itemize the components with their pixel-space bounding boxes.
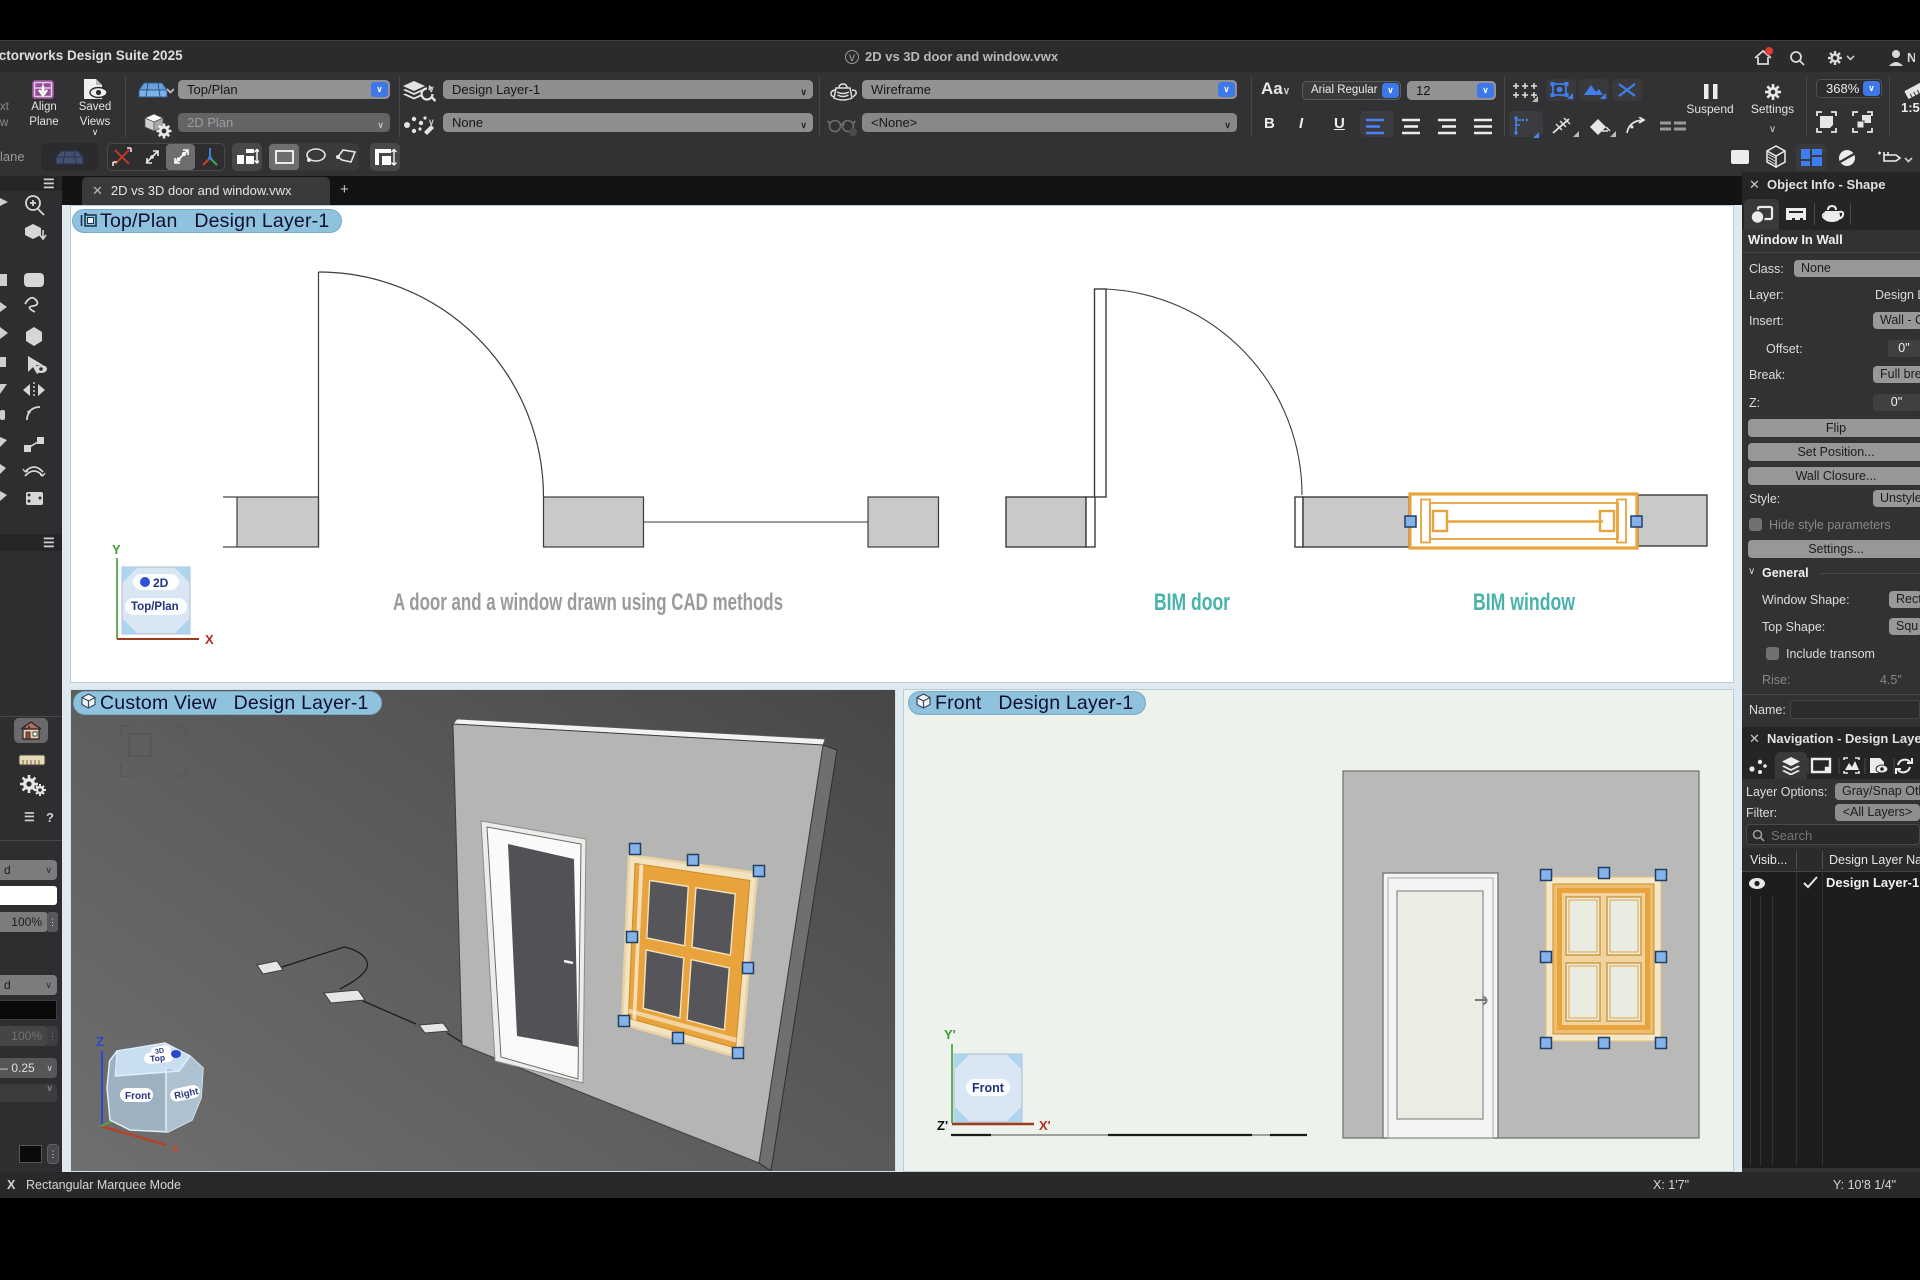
svg-text:X': X': [1039, 1118, 1051, 1133]
svg-text:Front: Front: [972, 1081, 1005, 1095]
svg-text:x: x: [172, 1141, 179, 1155]
svg-text:Front: Front: [125, 1091, 151, 1102]
svg-text:2D: 2D: [153, 576, 169, 590]
svg-text:Y: Y: [112, 542, 121, 557]
svg-text:A door and a window drawn usin: A door and a window drawn using CAD meth…: [393, 589, 783, 616]
svg-text:BIM window: BIM window: [1473, 589, 1575, 616]
svg-text:X: X: [205, 632, 214, 647]
svg-text:I↗: I↗: [24, 726, 31, 732]
svg-text:3D: 3D: [155, 1048, 165, 1056]
svg-text:Z: Z: [96, 1034, 104, 1049]
svg-text:Z': Z': [937, 1118, 948, 1133]
svg-text:Y': Y': [944, 1027, 956, 1042]
svg-text:Top/Plan: Top/Plan: [131, 601, 179, 613]
svg-text:BIM door: BIM door: [1154, 589, 1230, 616]
svg-text:N: N: [1907, 50, 1915, 65]
